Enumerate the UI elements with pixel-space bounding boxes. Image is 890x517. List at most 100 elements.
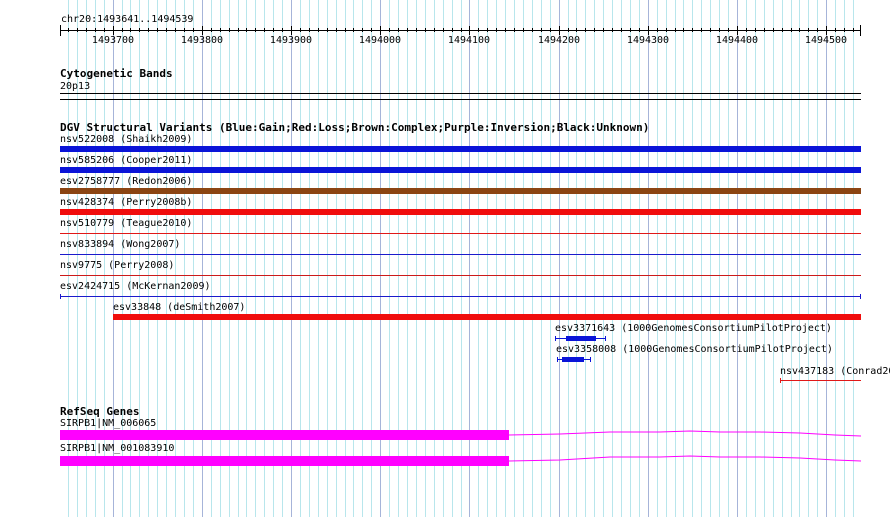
ruler-right-end [860, 25, 861, 36]
dgv-track-title: DGV Structural Variants (Blue:Gain;Red:L… [60, 121, 650, 134]
variant-label[interactable]: nsv437183 (Conrad2010) [780, 366, 890, 378]
ruler-minor-tick [353, 28, 354, 32]
variant-loss-line[interactable] [60, 275, 861, 276]
variant-loss-line[interactable] [780, 380, 861, 381]
variant-loss-bar[interactable] [60, 209, 861, 215]
ruler-minor-tick [666, 28, 667, 32]
ruler-minor-tick [157, 28, 158, 32]
ruler-tick-label: 1494300 [626, 35, 670, 46]
variant-loss-line[interactable] [60, 233, 861, 234]
ruler-minor-tick [336, 28, 337, 32]
refseq-track-title: RefSeq Genes [60, 405, 140, 418]
gene-exon[interactable] [60, 456, 509, 466]
ruler-minor-tick [318, 28, 319, 32]
grid-line [603, 0, 605, 517]
grid-line [826, 0, 828, 517]
ruler-minor-tick [77, 28, 78, 32]
variant-label[interactable]: nsv9775 (Perry2008) [60, 260, 174, 272]
ruler-minor-tick [130, 28, 131, 32]
ruler-minor-tick [808, 28, 809, 32]
variant-gain-block[interactable] [566, 336, 596, 341]
variant-label[interactable]: nsv833894 (Wong2007) [60, 239, 180, 251]
variant-endcap-right [605, 336, 606, 341]
variant-label[interactable]: nsv428374 (Perry2008b) [60, 197, 192, 209]
variant-gain-bar[interactable] [60, 146, 861, 152]
ruler-minor-tick [683, 28, 684, 32]
grid-line [710, 0, 712, 517]
ruler-minor-tick [327, 28, 328, 32]
ruler-minor-tick [496, 28, 497, 32]
variant-complex-bar[interactable] [60, 188, 861, 194]
variant-endcap-right [590, 357, 591, 362]
grid-line [585, 0, 587, 517]
grid-line [621, 0, 623, 517]
variant-label[interactable]: esv3358008 (1000GenomesConsortiumPilotPr… [556, 344, 833, 356]
variant-loss-bar[interactable] [113, 314, 861, 320]
variant-label[interactable]: esv33848 (deSmith2007) [113, 302, 245, 314]
ruler-minor-tick [175, 28, 176, 32]
variant-endcap-left [557, 357, 558, 362]
variant-label[interactable]: esv2758777 (Redon2006) [60, 176, 192, 188]
ruler-minor-tick [692, 28, 693, 32]
grid-line [531, 0, 533, 517]
ruler-minor-tick [817, 28, 818, 32]
ruler-minor-tick [443, 28, 444, 32]
variant-label[interactable]: nsv522008 (Shaikh2009) [60, 134, 192, 146]
variant-gain-bar[interactable] [60, 167, 861, 173]
variant-gain-line[interactable] [60, 254, 861, 255]
gene-exon[interactable] [60, 430, 509, 440]
ruler-minor-tick [853, 28, 854, 32]
ruler-minor-tick [675, 28, 676, 32]
ruler-minor-tick [184, 28, 185, 32]
ruler-minor-tick [791, 28, 792, 32]
ruler-major-tick [826, 26, 827, 35]
ruler-minor-tick [657, 28, 658, 32]
ruler-tick-label: 1494100 [447, 35, 491, 46]
ruler-tick-label: 1494500 [804, 35, 848, 46]
ruler-minor-tick [710, 28, 711, 32]
ruler-minor-tick [345, 28, 346, 32]
ruler-tick-label: 1493800 [180, 35, 224, 46]
cytoband-track-title: Cytogenetic Bands [60, 67, 173, 80]
ruler-tick-label: 1493900 [269, 35, 313, 46]
variant-label[interactable]: nsv585206 (Cooper2011) [60, 155, 192, 167]
grid-line [701, 0, 703, 517]
ruler-minor-tick [844, 28, 845, 32]
ruler-minor-tick [550, 28, 551, 32]
gene-label[interactable]: SIRPB1|NM_001083910 [60, 443, 174, 455]
gene-intron-line [508, 430, 862, 437]
grid-line [674, 0, 676, 517]
ruler-minor-tick [799, 28, 800, 32]
ruler-minor-tick [487, 28, 488, 32]
grid-line [567, 0, 569, 517]
grid-line [763, 0, 765, 517]
ruler-major-tick [380, 26, 381, 35]
variant-label[interactable]: esv3371643 (1000GenomesConsortiumPilotPr… [555, 323, 832, 335]
ruler-minor-tick [728, 28, 729, 32]
ruler-minor-tick [505, 28, 506, 32]
variant-gain-block[interactable] [562, 357, 584, 362]
ruler-minor-tick [416, 28, 417, 32]
grid-line [558, 0, 560, 517]
ruler-minor-tick [719, 28, 720, 32]
grid-line [522, 0, 524, 517]
grid-line [808, 0, 810, 517]
variant-gain-line[interactable] [60, 296, 861, 297]
grid-line [852, 0, 854, 517]
grid-line [549, 0, 551, 517]
ruler-minor-tick [229, 28, 230, 32]
ruler-major-tick [202, 26, 203, 35]
ruler-minor-tick [86, 28, 87, 32]
ruler-coordinates: chr20:1493641..1494539 [61, 14, 194, 25]
variant-label[interactable]: nsv510779 (Teague2010) [60, 218, 192, 230]
ruler-minor-tick [585, 28, 586, 32]
ruler-minor-tick [371, 28, 372, 32]
variant-label[interactable]: esv2424715 (McKernan2009) [60, 281, 211, 293]
ruler-minor-tick [246, 28, 247, 32]
ruler-minor-tick [630, 28, 631, 32]
cytoband-lower-line [60, 99, 861, 100]
ruler-minor-tick [568, 28, 569, 32]
ruler-minor-tick [264, 28, 265, 32]
ruler-minor-tick [238, 28, 239, 32]
gene-label[interactable]: SIRPB1|NM_006065 [60, 418, 156, 430]
